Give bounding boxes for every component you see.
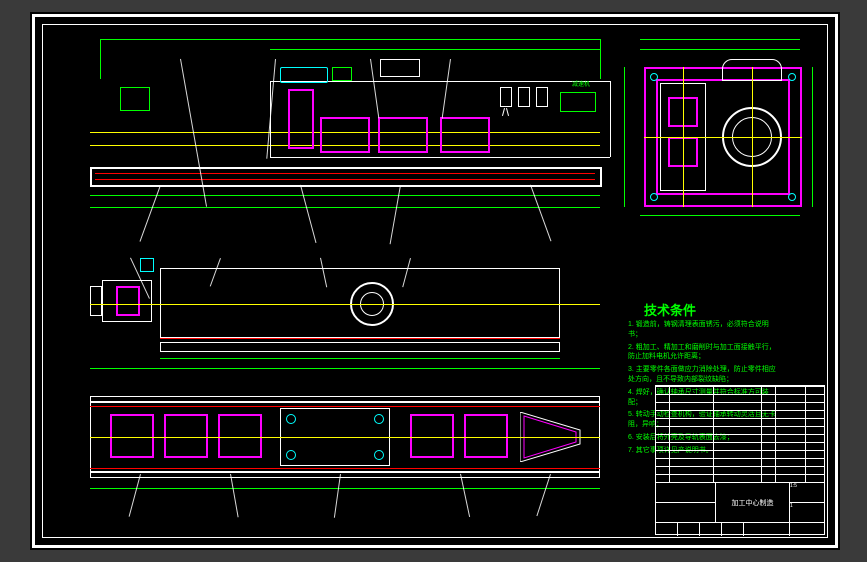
centerline bbox=[90, 437, 600, 438]
dim-line bbox=[624, 67, 625, 207]
rail-line bbox=[90, 406, 600, 407]
bolt-icon bbox=[650, 73, 658, 81]
bolt-icon bbox=[788, 193, 796, 201]
window-box bbox=[320, 117, 370, 153]
carriage-right bbox=[610, 81, 611, 157]
rail-line bbox=[95, 179, 595, 180]
centerline-h bbox=[644, 137, 802, 138]
dim-line bbox=[100, 39, 600, 40]
bolt-icon bbox=[650, 193, 658, 201]
rail-line bbox=[160, 338, 560, 339]
plan-rail-top bbox=[90, 396, 600, 402]
motor-fan bbox=[90, 286, 102, 316]
carriage-base bbox=[270, 157, 610, 158]
dim-line bbox=[640, 49, 800, 50]
dim-line bbox=[160, 358, 560, 359]
dim-line bbox=[270, 49, 600, 50]
leader-line bbox=[266, 59, 276, 159]
bolt-icon bbox=[286, 414, 296, 424]
bolt-icon bbox=[374, 414, 384, 424]
view-side-section bbox=[620, 37, 820, 227]
bed-end bbox=[600, 167, 602, 187]
leader-line bbox=[370, 59, 379, 119]
note-item: 1. 锻造前，铸钢清理表面锈污，必须符合说明书； bbox=[628, 320, 778, 340]
motor-window bbox=[116, 286, 140, 316]
leader-line bbox=[129, 474, 141, 517]
notes-title: 技术条件 bbox=[644, 300, 696, 319]
dim-line bbox=[812, 67, 813, 207]
title-footer bbox=[656, 522, 824, 536]
leader-line bbox=[334, 474, 341, 518]
top-module bbox=[332, 67, 352, 81]
window-box bbox=[218, 414, 262, 458]
end-stop bbox=[120, 87, 150, 111]
bracket bbox=[518, 87, 530, 107]
dim-line bbox=[640, 215, 800, 216]
junction-box bbox=[140, 258, 154, 272]
bracket bbox=[536, 87, 548, 107]
note-item: 3. 主要零件各面做应力消除处理，防止零件相应处方向，且不导致内部裂纹缺陷； bbox=[628, 365, 778, 385]
view-plan bbox=[60, 384, 620, 524]
bracket bbox=[500, 87, 512, 107]
ruler-line bbox=[90, 207, 600, 208]
centerline bbox=[90, 304, 600, 305]
window-box bbox=[164, 414, 208, 458]
dim-ext bbox=[600, 39, 601, 79]
panel-box bbox=[288, 89, 314, 149]
drawing-title: 加工中心制造 bbox=[716, 483, 790, 522]
plan-rail-bot bbox=[90, 472, 600, 478]
gearbox-outline bbox=[560, 92, 596, 112]
leader-line bbox=[460, 474, 470, 517]
leader-line bbox=[139, 185, 160, 242]
dim-line bbox=[90, 488, 600, 489]
centerline-v bbox=[752, 67, 753, 207]
rail-line bbox=[90, 468, 600, 469]
leader-line bbox=[300, 185, 316, 243]
motor-housing bbox=[380, 59, 420, 77]
leader-line bbox=[390, 185, 401, 244]
bolt-icon bbox=[374, 450, 384, 460]
view-side-elevation bbox=[60, 250, 600, 370]
window-box bbox=[464, 414, 508, 458]
bom-table bbox=[656, 386, 824, 482]
bed-end bbox=[90, 167, 92, 187]
window-box bbox=[440, 117, 490, 153]
ruler-line bbox=[90, 195, 600, 196]
dim-ext bbox=[100, 39, 101, 79]
dim-line bbox=[640, 39, 800, 40]
dim-line bbox=[90, 368, 600, 369]
window-box bbox=[110, 414, 154, 458]
rail-line bbox=[95, 173, 595, 174]
leader-line bbox=[442, 59, 451, 119]
top-module bbox=[280, 67, 328, 83]
leader-line bbox=[230, 474, 239, 518]
leader-line bbox=[530, 185, 551, 242]
bed-bottom bbox=[90, 185, 600, 187]
window-box bbox=[410, 414, 454, 458]
cad-canvas[interactable]: 减速机 bbox=[30, 12, 840, 550]
title-block: 加工中心制造 1:5 1 bbox=[655, 385, 825, 535]
bolt-icon bbox=[286, 450, 296, 460]
bed-top bbox=[90, 167, 600, 169]
bolt-icon bbox=[788, 73, 796, 81]
view-front-elevation: 减速机 bbox=[60, 37, 600, 237]
window-box bbox=[378, 117, 428, 153]
base-plate bbox=[160, 342, 560, 352]
leader-line bbox=[536, 474, 551, 516]
callout-gearbox: 减速机 bbox=[572, 79, 590, 88]
centerline-v bbox=[683, 67, 684, 207]
sheet-cell: 1 bbox=[790, 503, 824, 523]
note-item: 2. 粗加工、精加工和磨削时与加工面接触平行，防止加料电机允许距离； bbox=[628, 343, 778, 363]
title-main: 加工中心制造 1:5 1 bbox=[656, 482, 824, 522]
scale-cell: 1:5 bbox=[790, 483, 824, 503]
